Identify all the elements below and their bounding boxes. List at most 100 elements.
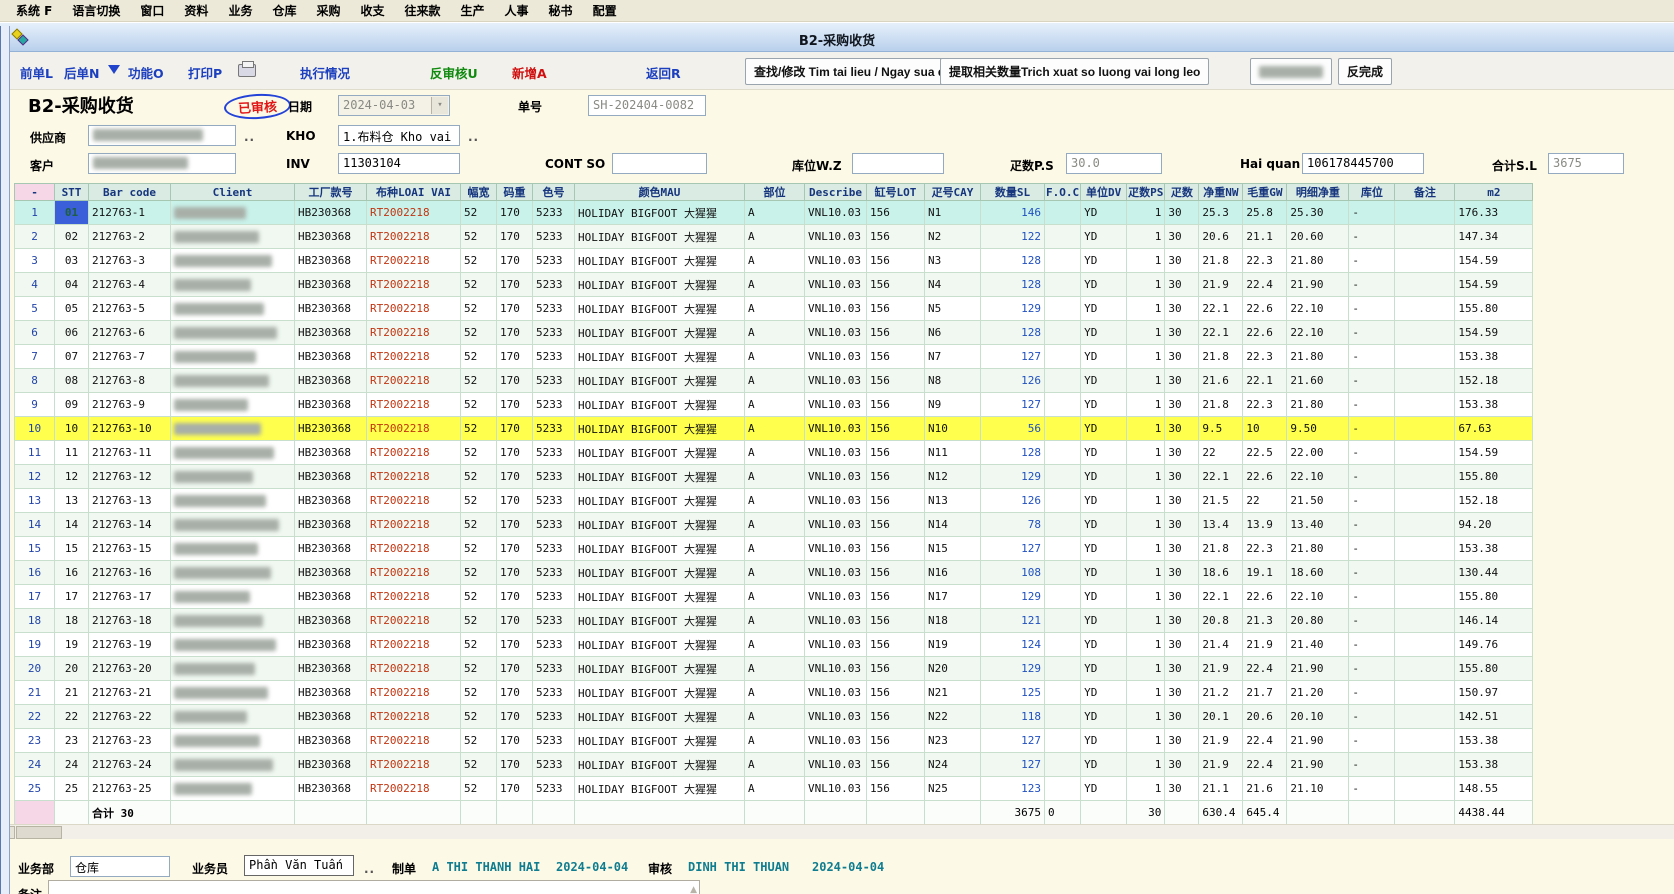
cell-weight[interactable]: 170 <box>497 201 533 225</box>
cell-sl[interactable]: 127 <box>981 753 1045 777</box>
cell-width[interactable]: 52 <box>461 561 497 585</box>
cell-dnw[interactable]: 21.60 <box>1287 369 1349 393</box>
cell-color_no[interactable]: 5233 <box>533 225 575 249</box>
cell-lot[interactable]: 156 <box>867 657 925 681</box>
cell-describe[interactable]: VNL10.03 <box>805 489 867 513</box>
grand-total-input[interactable]: 3675 <box>1548 153 1624 174</box>
cell-weight[interactable]: 170 <box>497 657 533 681</box>
cell-lot[interactable]: 156 <box>867 753 925 777</box>
clerk-input[interactable]: Phần Văn Tuấn <box>244 855 354 876</box>
cell-m2[interactable]: 153.38 <box>1455 729 1533 753</box>
cell-factory[interactable]: HB230368 <box>295 753 367 777</box>
cell-note[interactable] <box>1395 225 1455 249</box>
cell-foc[interactable] <box>1045 345 1081 369</box>
cell-cay[interactable]: N6 <box>925 321 981 345</box>
cell-client[interactable] <box>171 321 295 345</box>
cell-client[interactable] <box>171 393 295 417</box>
cell-bar[interactable]: 212763-9 <box>89 393 171 417</box>
cell-stt[interactable]: 05 <box>55 297 89 321</box>
cell-weight[interactable]: 170 <box>497 585 533 609</box>
cell-lot[interactable]: 156 <box>867 705 925 729</box>
cell-factory[interactable]: HB230368 <box>295 393 367 417</box>
cell-dnw[interactable]: 20.60 <box>1287 225 1349 249</box>
cell-width[interactable]: 52 <box>461 465 497 489</box>
cell-factory[interactable]: HB230368 <box>295 681 367 705</box>
cell-lot[interactable]: 156 <box>867 609 925 633</box>
cell-gw[interactable]: 13.9 <box>1243 513 1287 537</box>
cell-m2[interactable]: 149.76 <box>1455 633 1533 657</box>
cell-lot[interactable]: 156 <box>867 561 925 585</box>
cell-color_no[interactable]: 5233 <box>533 609 575 633</box>
table-row[interactable]: 1212212763-12HB230368RT2002218521705233H… <box>15 465 1533 489</box>
cell-ps[interactable]: 1 <box>1127 345 1165 369</box>
cell-factory[interactable]: HB230368 <box>295 705 367 729</box>
cell-gw[interactable]: 21.6 <box>1243 777 1287 801</box>
cell-m2[interactable]: 146.14 <box>1455 609 1533 633</box>
cell-lot[interactable]: 156 <box>867 417 925 441</box>
column-header-lot[interactable]: 缸号LOT <box>867 184 925 201</box>
cell-ps[interactable]: 1 <box>1127 513 1165 537</box>
cell-m2[interactable]: 154.59 <box>1455 273 1533 297</box>
cell-ps[interactable]: 1 <box>1127 297 1165 321</box>
cell-m2[interactable]: 153.38 <box>1455 345 1533 369</box>
cell-loc[interactable]: - <box>1349 489 1395 513</box>
cell-bar[interactable]: 212763-5 <box>89 297 171 321</box>
cell-loc[interactable]: - <box>1349 513 1395 537</box>
cell-sl[interactable]: 123 <box>981 777 1045 801</box>
cell-sl[interactable]: 118 <box>981 705 1045 729</box>
cell-factory[interactable]: HB230368 <box>295 609 367 633</box>
cell-foc[interactable] <box>1045 753 1081 777</box>
column-header-stt[interactable]: STT <box>55 184 89 201</box>
cell-note[interactable] <box>1395 441 1455 465</box>
cell-sl[interactable]: 126 <box>981 369 1045 393</box>
cell-color_no[interactable]: 5233 <box>533 201 575 225</box>
cell-loc[interactable]: - <box>1349 681 1395 705</box>
cell-loc[interactable]: - <box>1349 465 1395 489</box>
cell-m2[interactable]: 148.55 <box>1455 777 1533 801</box>
cell-fabric[interactable]: RT2002218 <box>367 321 461 345</box>
cell-gw[interactable]: 10 <box>1243 417 1287 441</box>
cell-width[interactable]: 52 <box>461 681 497 705</box>
cell-sl[interactable]: 108 <box>981 561 1045 585</box>
table-row[interactable]: 1313212763-13HB230368RT2002218521705233H… <box>15 489 1533 513</box>
cell-dv[interactable]: YD <box>1081 729 1127 753</box>
cell-num[interactable]: 19 <box>15 633 55 657</box>
cell-client[interactable] <box>171 273 295 297</box>
column-header-factory[interactable]: 工厂款号 <box>295 184 367 201</box>
cell-color_name[interactable]: HOLIDAY BIGFOOT 大猩猩 <box>575 441 745 465</box>
cell-note[interactable] <box>1395 537 1455 561</box>
cell-describe[interactable]: VNL10.03 <box>805 777 867 801</box>
cell-width[interactable]: 52 <box>461 729 497 753</box>
cell-m2[interactable]: 153.38 <box>1455 753 1533 777</box>
cell-bar[interactable]: 212763-17 <box>89 585 171 609</box>
cell-gw[interactable]: 22.4 <box>1243 729 1287 753</box>
cell-color_name[interactable]: HOLIDAY BIGFOOT 大猩猩 <box>575 489 745 513</box>
cell-sl[interactable]: 129 <box>981 465 1045 489</box>
table-row[interactable]: 1919212763-19HB230368RT2002218521705233H… <box>15 633 1533 657</box>
cell-lot[interactable]: 156 <box>867 297 925 321</box>
table-row[interactable]: 1515212763-15HB230368RT2002218521705233H… <box>15 537 1533 561</box>
cell-dv[interactable]: YD <box>1081 561 1127 585</box>
cell-note[interactable] <box>1395 273 1455 297</box>
cell-part[interactable]: A <box>745 561 805 585</box>
cell-client[interactable] <box>171 297 295 321</box>
cell-client[interactable] <box>171 777 295 801</box>
cell-nw[interactable]: 21.5 <box>1199 489 1243 513</box>
cell-note[interactable] <box>1395 609 1455 633</box>
cell-color_no[interactable]: 5233 <box>533 393 575 417</box>
cell-loc[interactable]: - <box>1349 753 1395 777</box>
cell-color_name[interactable]: HOLIDAY BIGFOOT 大猩猩 <box>575 369 745 393</box>
cell-describe[interactable]: VNL10.03 <box>805 201 867 225</box>
cell-bar[interactable]: 212763-4 <box>89 273 171 297</box>
cell-describe[interactable]: VNL10.03 <box>805 297 867 321</box>
cell-lot[interactable]: 156 <box>867 585 925 609</box>
cell-dnw[interactable]: 22.10 <box>1287 297 1349 321</box>
cell-color_name[interactable]: HOLIDAY BIGFOOT 大猩猩 <box>575 273 745 297</box>
menu-item-12[interactable]: 配置 <box>583 0 627 21</box>
calendar-dropdown-icon[interactable]: ▾ <box>431 97 448 114</box>
cell-ps[interactable]: 1 <box>1127 585 1165 609</box>
cell-cay[interactable]: N23 <box>925 729 981 753</box>
cell-width[interactable]: 52 <box>461 585 497 609</box>
cell-foc[interactable] <box>1045 393 1081 417</box>
cell-foc[interactable] <box>1045 417 1081 441</box>
